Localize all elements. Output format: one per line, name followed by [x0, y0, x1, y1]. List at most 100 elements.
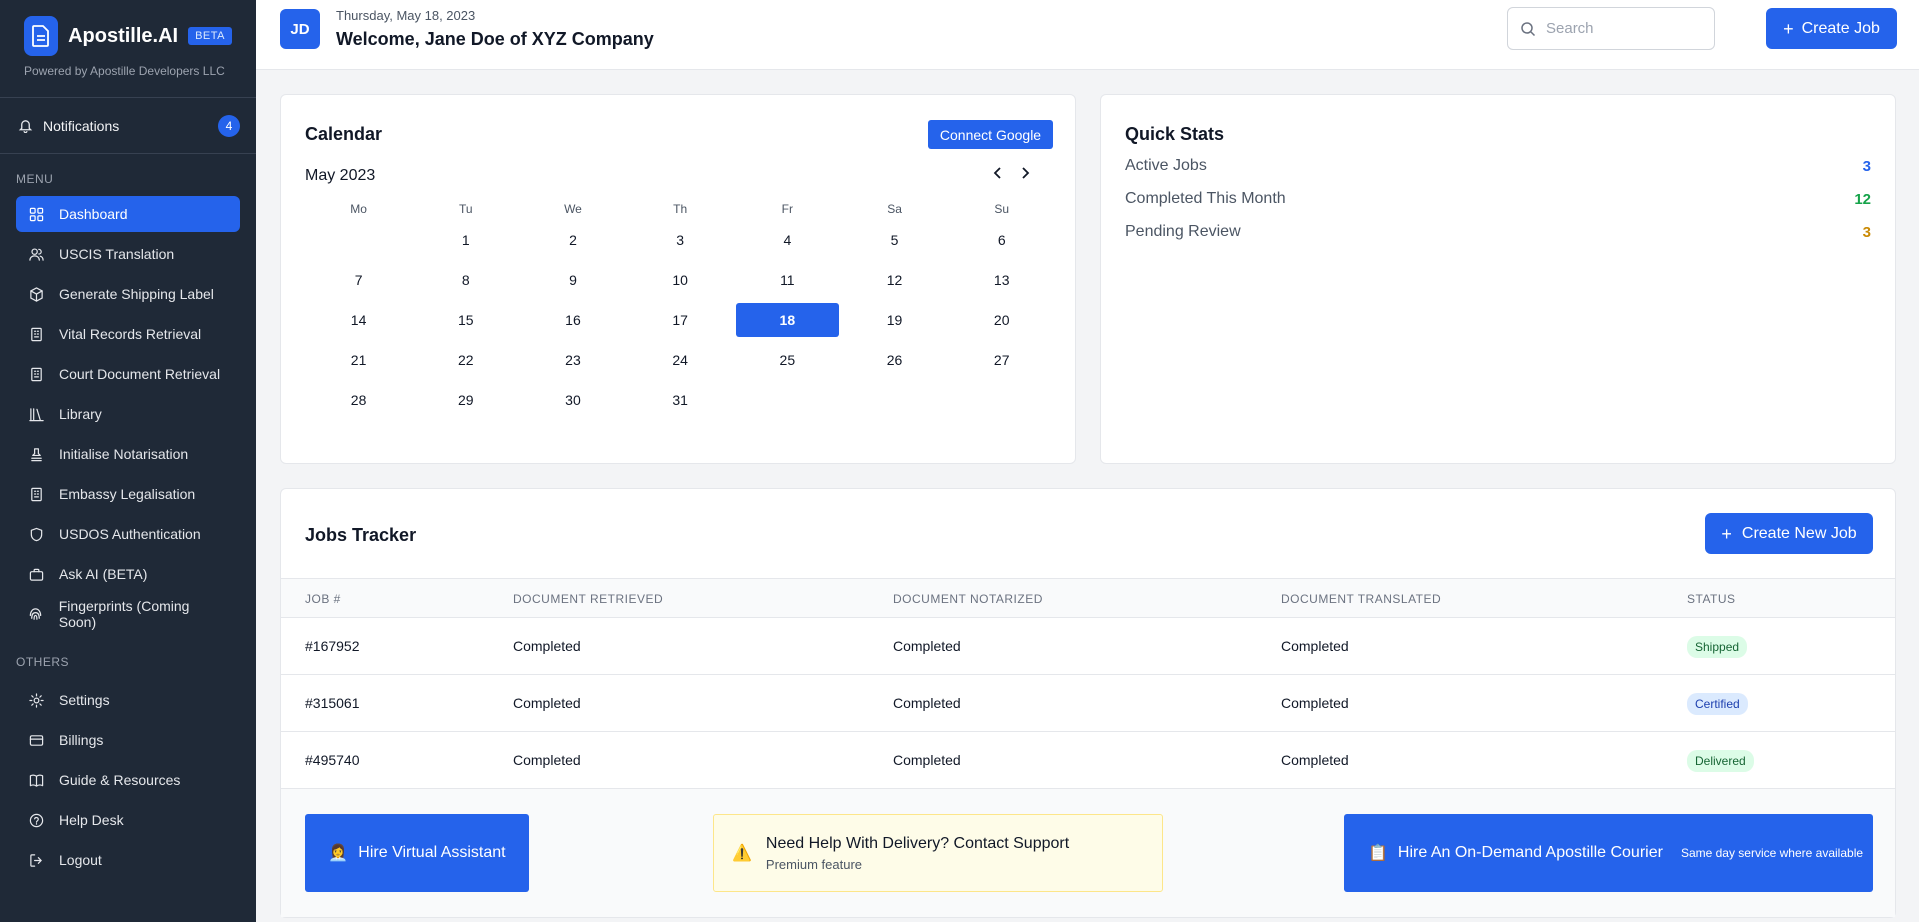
weekday-header: We [564, 202, 582, 216]
calendar-month: May 2023 [305, 167, 376, 184]
weekday-header: Su [994, 202, 1010, 216]
sidebar-item-settings[interactable]: Settings [16, 682, 240, 718]
chevron-left-icon[interactable] [988, 163, 1008, 183]
calendar-day[interactable]: 28 [305, 380, 412, 420]
calendar-day[interactable]: 31 [627, 380, 734, 420]
table-row[interactable]: #495740 Completed Completed Completed Delive… [281, 732, 1895, 789]
table-header: JOB # DOCUMENT RETRIEVED DOCUMENT NOTARI… [281, 578, 1895, 618]
table-row[interactable]: #167952 Completed Completed Completed Shippe… [281, 618, 1895, 675]
column-header-job[interactable]: JOB # [305, 592, 341, 606]
library-icon [28, 406, 44, 422]
stat-row: Active Jobs 3 [1125, 156, 1871, 176]
sidebar-item-label: Dashboard [59, 206, 128, 222]
status-badge: Shipped [1687, 636, 1748, 658]
sidebar-item-ask-ai-beta[interactable]: Ask AI (BETA) [16, 556, 240, 592]
calendar-day[interactable]: 6 [948, 220, 1055, 260]
sidebar-item-uscis-translation[interactable]: USCIS Translation [16, 236, 240, 272]
search-input[interactable] [1546, 20, 1706, 37]
stat-value: 3 [1862, 223, 1871, 241]
calendar-day[interactable]: 5 [841, 220, 948, 260]
calendar-day[interactable]: 26 [841, 340, 948, 380]
cell-notarized: Completed [893, 695, 961, 711]
sidebar-item-label: Billings [59, 732, 104, 748]
sidebar-item-initialise-notarisation[interactable]: Initialise Notarisation [16, 436, 240, 472]
calendar-day[interactable]: 19 [841, 300, 948, 340]
calendar-day[interactable]: 16 [519, 300, 626, 340]
calendar-day-empty [305, 220, 412, 260]
calendar-day[interactable]: 7 [305, 260, 412, 300]
calendar-day[interactable]: 30 [519, 380, 626, 420]
sidebar-item-fingerprints-coming-soon[interactable]: Fingerprints (Coming Soon) [16, 596, 240, 632]
calendar-day[interactable]: 29 [412, 380, 519, 420]
status-badge: Delivered [1687, 750, 1754, 772]
assistant-icon: 👩‍💼 [328, 845, 349, 862]
calendar-day[interactable]: 21 [305, 340, 412, 380]
sidebar-item-help-desk[interactable]: Help Desk [16, 802, 240, 838]
column-header-translated[interactable]: DOCUMENT TRANSLATED [1281, 592, 1441, 606]
cell-retrieved: Completed [513, 695, 581, 711]
calendar-day[interactable]: 1 [412, 220, 519, 260]
calendar-day[interactable]: 13 [948, 260, 1055, 300]
sidebar-item-embassy-legalisation[interactable]: Embassy Legalisation [16, 476, 240, 512]
sidebar-item-label: Library [59, 406, 102, 422]
cell-job: #167952 [305, 638, 360, 654]
sidebar-item-guide-resources[interactable]: Guide & Resources [16, 762, 240, 798]
hire-courier-button[interactable]: 📋 Hire An On-Demand Apostille Courier Sa… [1344, 814, 1873, 892]
calendar-day-today[interactable]: 18 [735, 303, 839, 337]
calendar-day[interactable]: 3 [627, 220, 734, 260]
create-new-job-button[interactable]: + Create New Job [1705, 513, 1873, 554]
calendar-day[interactable]: 8 [412, 260, 519, 300]
contact-support-banner[interactable]: ⚠️ Need Help With Delivery? Contact Supp… [713, 814, 1163, 892]
calendar-day[interactable]: 12 [841, 260, 948, 300]
create-job-button[interactable]: + Create Job [1766, 8, 1897, 49]
connect-google-button[interactable]: Connect Google [928, 120, 1053, 149]
brand-name[interactable]: Apostille.AI [68, 25, 178, 48]
sidebar-item-court-document-retrieval[interactable]: Court Document Retrieval [16, 356, 240, 392]
table-row[interactable]: #315061 Completed Completed Completed Certif… [281, 675, 1895, 732]
chevron-right-icon[interactable] [1015, 163, 1035, 183]
calendar-day[interactable]: 20 [948, 300, 1055, 340]
sidebar-item-billings[interactable]: Billings [16, 722, 240, 758]
sidebar-item-label: Guide & Resources [59, 772, 181, 788]
grid-icon [28, 206, 44, 222]
search-box[interactable] [1507, 7, 1715, 50]
calendar-day[interactable]: 11 [734, 260, 841, 300]
stat-label: Active Jobs [1125, 157, 1207, 174]
sidebar-item-generate-shipping-label[interactable]: Generate Shipping Label [16, 276, 240, 312]
sidebar-item-logout[interactable]: Logout [16, 842, 240, 878]
cell-retrieved: Completed [513, 638, 581, 654]
notifications-item[interactable]: Notifications 4 [0, 98, 256, 154]
calendar-day[interactable]: 14 [305, 300, 412, 340]
sidebar-item-vital-records-retrieval[interactable]: Vital Records Retrieval [16, 316, 240, 352]
calendar-day[interactable]: 9 [519, 260, 626, 300]
calendar-day[interactable]: 17 [627, 300, 734, 340]
document-logo-icon[interactable] [24, 16, 59, 56]
calendar-day[interactable]: 24 [627, 340, 734, 380]
sidebar-item-library[interactable]: Library [16, 396, 240, 432]
column-header-notarized[interactable]: DOCUMENT NOTARIZED [893, 592, 1043, 606]
avatar[interactable]: JD [280, 9, 320, 49]
calendar-day[interactable]: 25 [734, 340, 841, 380]
calendar-day[interactable]: 15 [412, 300, 519, 340]
sidebar-item-dashboard[interactable]: Dashboard [16, 196, 240, 232]
courier-sub-text: Same day service where available [1680, 846, 1864, 860]
calendar-day[interactable]: 4 [734, 220, 841, 260]
sidebar-item-label: Embassy Legalisation [59, 486, 196, 502]
hire-virtual-assistant-button[interactable]: 👩‍💼 Hire Virtual Assistant [305, 814, 529, 892]
column-header-status[interactable]: STATUS [1687, 592, 1736, 606]
briefcase-icon [28, 566, 44, 582]
calendar-day[interactable]: 23 [519, 340, 626, 380]
gear-icon [28, 692, 44, 708]
sidebar-item-label: Initialise Notarisation [59, 446, 189, 462]
header-date: Thursday, May 18, 2023 [336, 8, 476, 23]
menu-section-title: MENU [16, 172, 54, 186]
calendar-day[interactable]: 2 [519, 220, 626, 260]
sidebar: Apostille.AI BETA Powered by Apostille D… [0, 0, 256, 922]
users-icon [28, 246, 44, 262]
column-header-retrieved[interactable]: DOCUMENT RETRIEVED [513, 592, 663, 606]
calendar-day[interactable]: 10 [627, 260, 734, 300]
calendar-day[interactable]: 22 [412, 340, 519, 380]
sidebar-item-usdos-authentication[interactable]: USDOS Authentication [16, 516, 240, 552]
sidebar-item-label: Settings [59, 692, 110, 708]
calendar-day[interactable]: 27 [948, 340, 1055, 380]
